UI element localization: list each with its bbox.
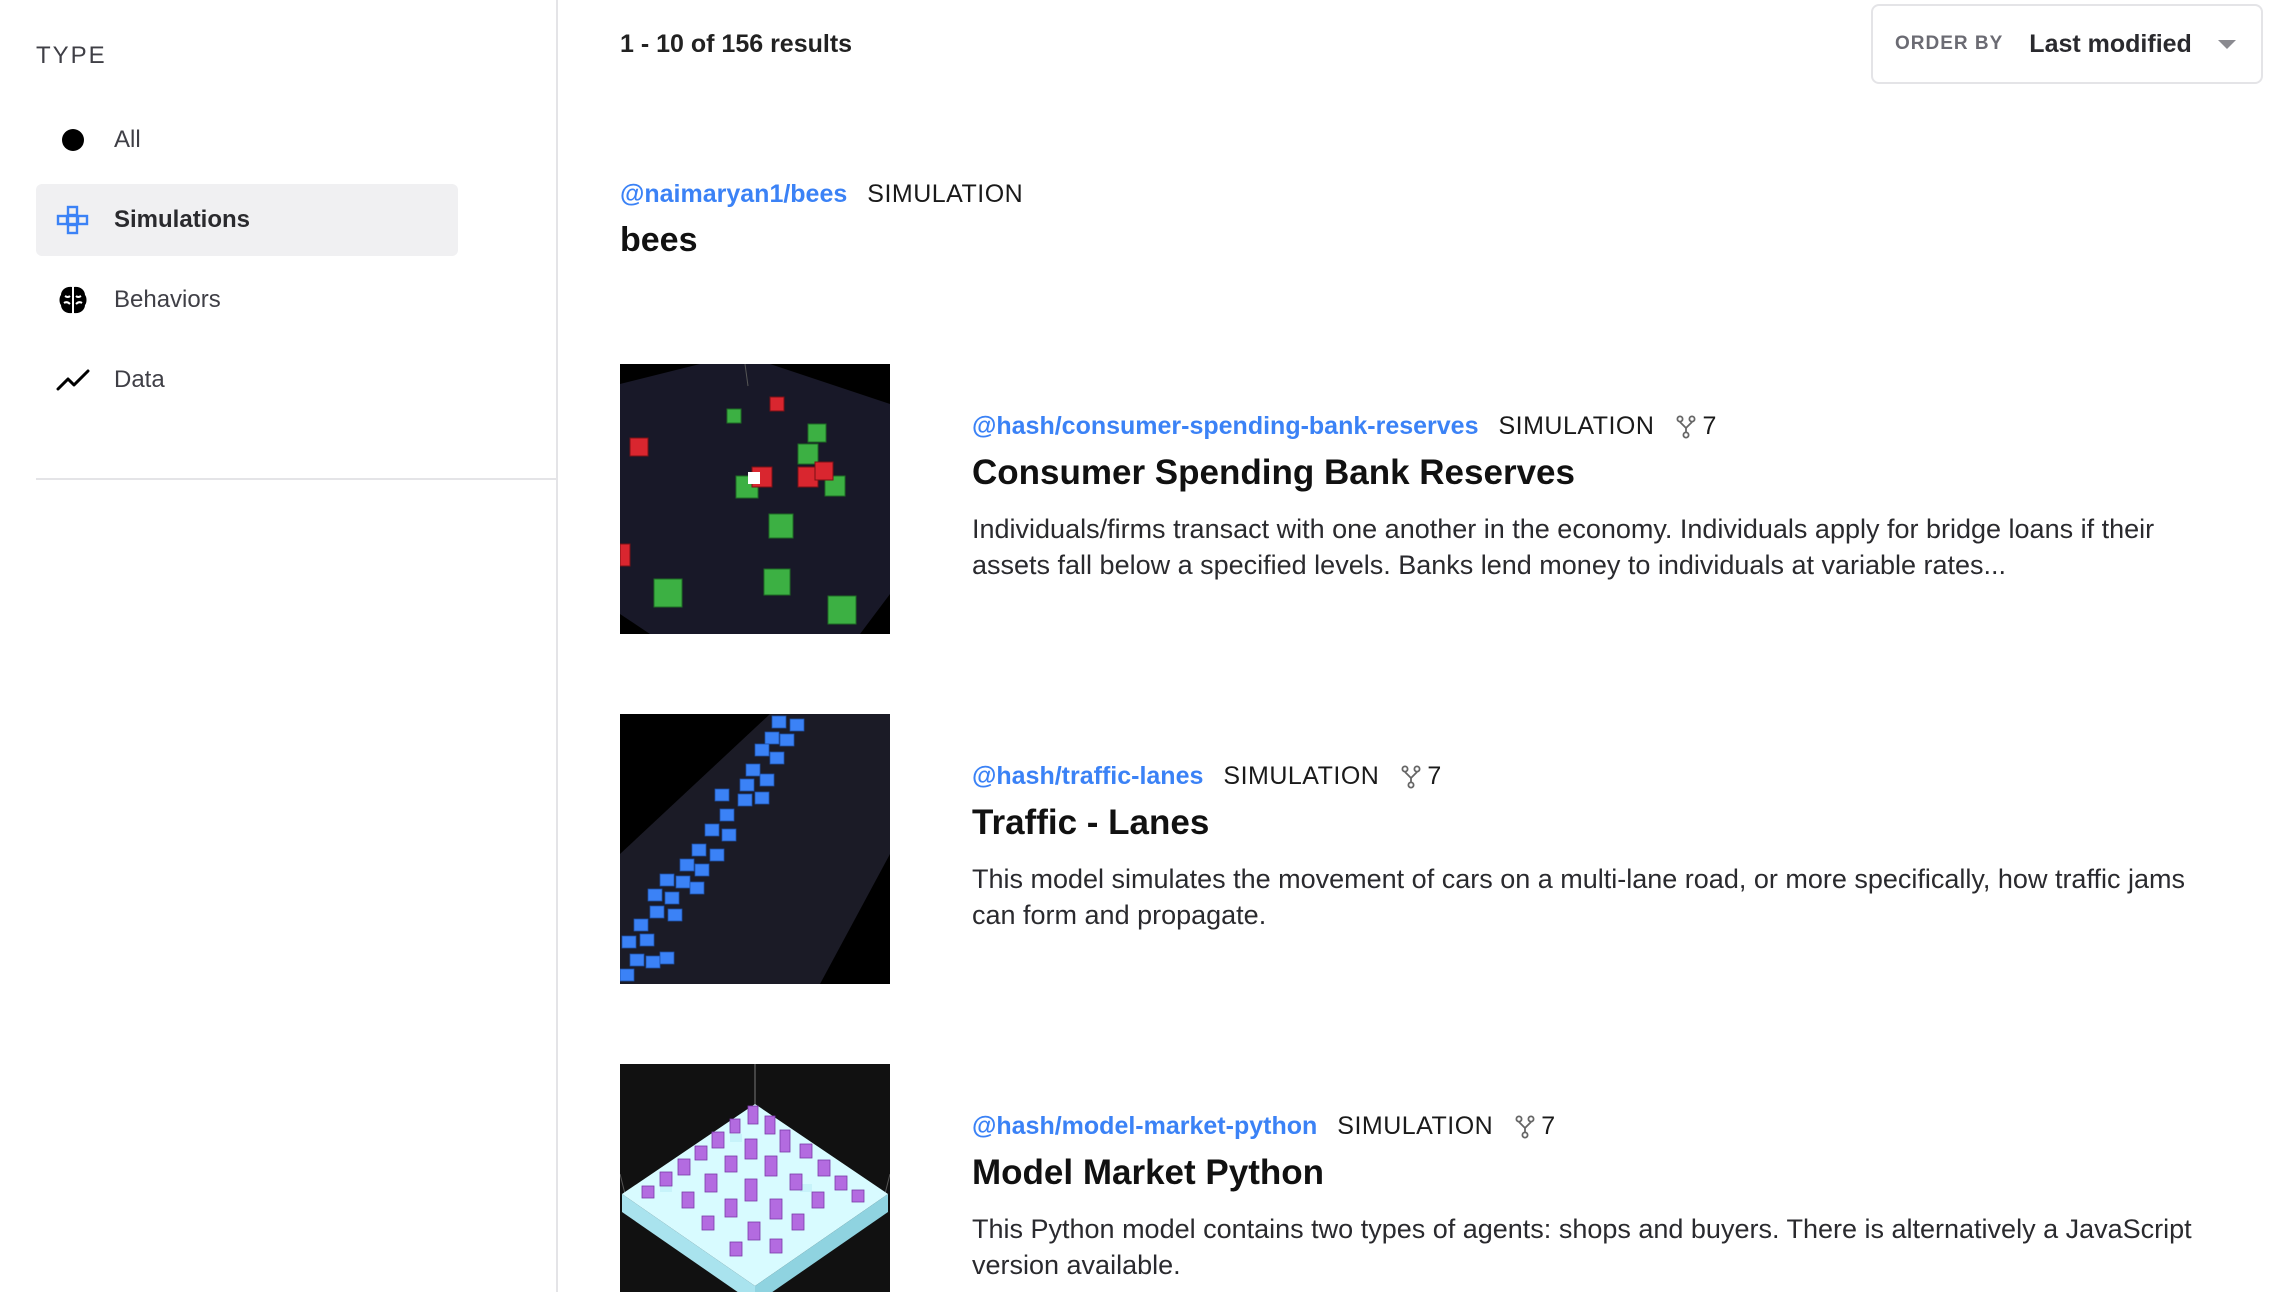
filter-item-label: Data — [114, 366, 165, 393]
result-item: @hash/model-market-python SIMULATION 7 M… — [620, 1064, 2260, 1292]
filter-item-data[interactable]: Data — [36, 344, 458, 416]
result-type-tag: SIMULATION — [1498, 412, 1655, 440]
fork-count: 7 — [1515, 1112, 1555, 1141]
results-count: 1 - 10 of 156 results — [620, 30, 853, 58]
result-type-tag: SIMULATION — [867, 180, 1024, 208]
result-title[interactable]: Traffic - Lanes — [972, 803, 2232, 843]
trend-line-icon — [56, 363, 90, 397]
fork-icon — [1401, 765, 1421, 788]
result-title[interactable]: Model Market Python — [972, 1153, 2232, 1193]
search-results-panel: 1 - 10 of 156 results ORDER BY Last modi… — [560, 0, 2288, 1292]
result-thumbnail[interactable] — [620, 714, 890, 984]
filter-item-label: All — [114, 126, 141, 153]
filter-item-all[interactable]: All — [36, 104, 458, 176]
result-title[interactable]: bees — [620, 221, 1023, 260]
fork-count: 7 — [1676, 412, 1716, 441]
result-body: @hash/consumer-spending-bank-reserves SI… — [972, 412, 2232, 583]
result-item: @naimaryan1/bees SIMULATION bees — [620, 180, 1023, 260]
result-meta: @hash/consumer-spending-bank-reserves SI… — [972, 412, 2232, 441]
result-type-tag: SIMULATION — [1223, 762, 1380, 790]
result-description: Individuals/firms transact with one anot… — [972, 514, 2155, 580]
result-item: @hash/consumer-spending-bank-reserves SI… — [620, 364, 2260, 634]
fork-icon — [1515, 1115, 1535, 1138]
result-meta: @hash/model-market-python SIMULATION 7 — [972, 1112, 2232, 1141]
result-type-tag: SIMULATION — [1337, 1112, 1494, 1140]
circle-icon — [56, 123, 90, 157]
result-handle-link[interactable]: @hash/model-market-python — [972, 1112, 1317, 1141]
fork-count-value: 7 — [1541, 1112, 1556, 1140]
fork-count-value: 7 — [1427, 762, 1442, 790]
fork-count-value: 7 — [1702, 412, 1717, 440]
type-filter-list: All Simulations Behaviors Data — [36, 104, 458, 424]
filter-sidebar: TYPE All Simulations Behaviors Data — [0, 0, 558, 1292]
filter-item-label: Behaviors — [114, 286, 221, 313]
fork-count: 7 — [1401, 762, 1441, 791]
result-item: @hash/traffic-lanes SIMULATION 7 Traffic… — [620, 714, 2260, 984]
result-body: @hash/model-market-python SIMULATION 7 M… — [972, 1112, 2232, 1283]
filter-heading: TYPE — [36, 42, 107, 69]
order-by-select[interactable]: ORDER BY Last modified — [1871, 4, 2263, 84]
brain-icon — [56, 283, 90, 317]
result-meta: @naimaryan1/bees SIMULATION — [620, 180, 1023, 209]
result-description: This model simulates the movement of car… — [972, 864, 2185, 930]
sidebar-divider — [36, 478, 558, 480]
result-thumbnail[interactable] — [620, 1064, 890, 1292]
fork-icon — [1676, 415, 1696, 438]
result-handle-link[interactable]: @hash/traffic-lanes — [972, 762, 1203, 791]
result-handle-link[interactable]: @naimaryan1/bees — [620, 180, 847, 209]
result-handle-link[interactable]: @hash/consumer-spending-bank-reserves — [972, 412, 1478, 441]
order-by-label: ORDER BY — [1895, 33, 2004, 54]
filter-item-simulations[interactable]: Simulations — [36, 184, 458, 256]
result-meta: @hash/traffic-lanes SIMULATION 7 — [972, 762, 2232, 791]
simulation-grid-icon — [56, 203, 90, 237]
result-description: This Python model contains two types of … — [972, 1214, 2192, 1280]
filter-item-behaviors[interactable]: Behaviors — [36, 264, 458, 336]
result-body: @hash/traffic-lanes SIMULATION 7 Traffic… — [972, 762, 2232, 933]
order-by-value: Last modified — [2029, 29, 2192, 58]
result-thumbnail[interactable] — [620, 364, 890, 634]
chevron-down-icon — [2217, 39, 2236, 49]
filter-item-label: Simulations — [114, 206, 251, 233]
result-title[interactable]: Consumer Spending Bank Reserves — [972, 453, 2232, 493]
